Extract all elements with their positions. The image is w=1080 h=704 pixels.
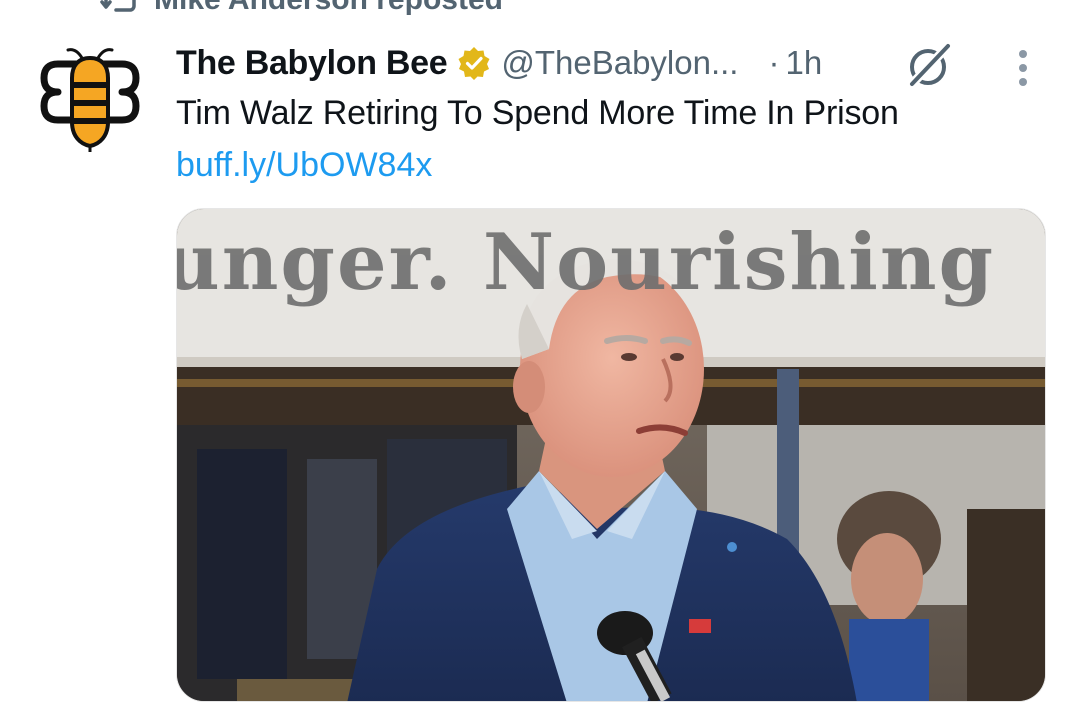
more-vertical-icon	[1019, 50, 1027, 58]
author-handle[interactable]: @TheBabylon...	[501, 44, 738, 82]
repost-context[interactable]: Mike Anderson reposted	[100, 0, 503, 16]
tweet-link[interactable]: buff.ly/UbOW84x	[176, 146, 432, 185]
repost-icon	[100, 0, 136, 12]
tweet-text: Tim Walz Retiring To Spend More Time In …	[176, 94, 899, 132]
tweet-media-photo[interactable]: unger. Nourishing	[176, 208, 1046, 702]
verified-badge-icon[interactable]	[457, 46, 491, 80]
avatar[interactable]	[38, 44, 142, 152]
more-options-button[interactable]	[1008, 48, 1038, 88]
timestamp[interactable]: 1h	[785, 44, 822, 82]
grok-icon[interactable]	[904, 40, 954, 90]
tweet-header: The Babylon Bee @TheBabylon... · 1h	[176, 40, 822, 86]
photo-banner-text: unger. Nourishing	[176, 217, 996, 308]
author-display-name[interactable]: The Babylon Bee	[176, 44, 448, 83]
separator-dot: ·	[768, 44, 780, 81]
repost-label: Mike Anderson reposted	[154, 0, 503, 17]
babylon-bee-logo	[40, 48, 140, 152]
